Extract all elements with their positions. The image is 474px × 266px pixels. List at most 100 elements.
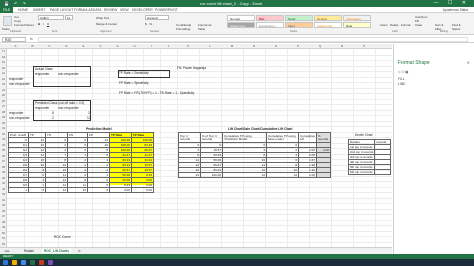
- font-name-box[interactable]: Calibri: [38, 15, 64, 20]
- col-header[interactable]: P: [287, 44, 309, 48]
- add-sheet-icon[interactable]: ⊕: [78, 249, 81, 253]
- paste-icon[interactable]: [3, 16, 12, 26]
- window-controls[interactable]: — ☐ ✕: [434, 0, 470, 6]
- row-header[interactable]: 38: [0, 165, 7, 169]
- table-cell[interactable]: 2nd top 4 records: [347, 149, 376, 155]
- user-name[interactable]: Ayushman Sikka: [443, 8, 468, 12]
- row-header[interactable]: 45: [0, 203, 7, 207]
- tab-page-layout[interactable]: PAGE LAYOUT: [50, 8, 73, 12]
- col-header[interactable]: H: [126, 44, 143, 48]
- format-as-table-button[interactable]: Format as Table: [198, 23, 216, 31]
- merge-center-button[interactable]: Merge & Center: [96, 22, 117, 26]
- tab-formulas[interactable]: FORMULAS: [74, 8, 93, 12]
- row-header[interactable]: 20: [0, 66, 7, 70]
- row-header[interactable]: 37: [0, 159, 7, 163]
- wrap-text-button[interactable]: Wrap Text: [96, 16, 109, 20]
- tab-data[interactable]: DATA: [93, 8, 102, 12]
- table-cell[interactable]: 0.00: [131, 187, 154, 193]
- insert-cells-button[interactable]: Insert: [380, 23, 388, 27]
- col-header[interactable]: E: [75, 44, 92, 48]
- row-header[interactable]: 22: [0, 77, 7, 81]
- table-cell[interactable]: 0.00: [109, 187, 132, 193]
- row-header[interactable]: 30: [0, 121, 7, 125]
- row-header[interactable]: 46: [0, 209, 7, 213]
- tab-powerpivot[interactable]: POWERPIVOT: [155, 8, 178, 12]
- powerpoint-icon[interactable]: [39, 260, 44, 265]
- table-cell[interactable]: 24: [178, 172, 201, 178]
- table-cell[interactable]: 0: [28, 187, 46, 193]
- style-note[interactable]: Note: [343, 22, 371, 28]
- fill-line-icon[interactable]: ◇ ⬠ ▦: [398, 70, 408, 74]
- table-cell[interactable]: 1: [8, 187, 29, 193]
- italic-button[interactable]: I: [43, 22, 44, 26]
- sheet-nav-icon[interactable]: ◀ ▶: [4, 249, 10, 253]
- paste-button[interactable]: Paste: [2, 27, 10, 31]
- row-header[interactable]: 50: [0, 231, 7, 235]
- table-cell[interactable]: 100.00: [200, 172, 223, 178]
- tab-insert[interactable]: INSERT: [33, 8, 45, 12]
- row-header[interactable]: 33: [0, 137, 7, 141]
- format-cells-button[interactable]: Format: [401, 23, 411, 27]
- table-cell[interactable]: 3rd top 4 records: [347, 154, 376, 160]
- row-header[interactable]: 31: [0, 126, 7, 130]
- table-cell[interactable]: 0: [87, 187, 110, 193]
- excel-icon[interactable]: [30, 260, 35, 265]
- font-size-box[interactable]: 11: [65, 15, 73, 20]
- row-header[interactable]: 32: [0, 132, 7, 136]
- start-icon[interactable]: [3, 260, 8, 265]
- tab-review[interactable]: REVIEW: [104, 8, 117, 12]
- col-header[interactable]: K: [177, 44, 199, 48]
- col-header[interactable]: L: [199, 44, 221, 48]
- col-header[interactable]: C: [41, 44, 58, 48]
- row-header[interactable]: 43: [0, 192, 7, 196]
- col-header[interactable]: R: [331, 44, 353, 48]
- worksheet-grid[interactable]: A B C D E F G H I J K L M N O P Q R S 17…: [0, 44, 392, 247]
- row-header[interactable]: 19: [0, 60, 7, 64]
- fill-section[interactable]: FILL: [398, 77, 405, 81]
- row-header[interactable]: 39: [0, 170, 7, 174]
- row-header[interactable]: 29: [0, 115, 7, 119]
- close-icon[interactable]: ✕: [467, 60, 470, 65]
- style-check-cell[interactable]: Check Cell: [227, 22, 255, 28]
- row-header[interactable]: 47: [0, 214, 7, 218]
- table-cell[interactable]: 4th top 4 records: [347, 159, 376, 165]
- col-header[interactable]: A: [7, 44, 24, 48]
- col-header[interactable]: D: [58, 44, 75, 48]
- row-header[interactable]: 34: [0, 143, 7, 147]
- style-neutral[interactable]: Neutral: [314, 15, 342, 21]
- conditional-formatting-button[interactable]: Conditional Formatting: [176, 23, 196, 31]
- col-header[interactable]: F: [92, 44, 109, 48]
- col-header[interactable]: I: [143, 44, 160, 48]
- table-cell[interactable]: [374, 169, 392, 175]
- find-select-button[interactable]: Find & Select: [452, 23, 468, 31]
- style-good[interactable]: Good: [285, 15, 313, 21]
- quick-access-toolbar[interactable]: 💾 ↶ ↷: [4, 1, 28, 6]
- table-cell[interactable]: 1st top 4 records: [347, 144, 376, 150]
- table-cell[interactable]: 5th top 4 records: [347, 164, 376, 170]
- explorer-icon[interactable]: [12, 260, 17, 265]
- table-cell[interactable]: 12: [222, 172, 267, 178]
- row-header[interactable]: 25: [0, 93, 7, 97]
- underline-button[interactable]: U: [47, 22, 49, 26]
- table-cell[interactable]: 12: [67, 187, 88, 193]
- formula-input[interactable]: [38, 37, 468, 42]
- row-header[interactable]: 24: [0, 88, 7, 92]
- row-header[interactable]: 27: [0, 104, 7, 108]
- col-header[interactable]: B: [24, 44, 41, 48]
- row-header[interactable]: 28: [0, 110, 7, 114]
- table-cell[interactable]: 1.00: [297, 172, 318, 178]
- row-header[interactable]: 36: [0, 154, 7, 158]
- col-header[interactable]: S: [353, 44, 375, 48]
- col-header[interactable]: O: [265, 44, 287, 48]
- name-box[interactable]: R20: [2, 37, 26, 42]
- style-calculation[interactable]: Calculation: [343, 15, 371, 21]
- bold-button[interactable]: B: [38, 22, 40, 26]
- row-header[interactable]: 21: [0, 71, 7, 75]
- row-header[interactable]: 23: [0, 82, 7, 86]
- sheet-tab[interactable]: Ruslan: [24, 249, 34, 253]
- style-normal[interactable]: Normal: [227, 15, 255, 21]
- row-header[interactable]: 51: [0, 236, 7, 240]
- row-header[interactable]: 26: [0, 99, 7, 103]
- style-input[interactable]: Input: [285, 22, 313, 28]
- tab-view[interactable]: VIEW: [120, 8, 129, 12]
